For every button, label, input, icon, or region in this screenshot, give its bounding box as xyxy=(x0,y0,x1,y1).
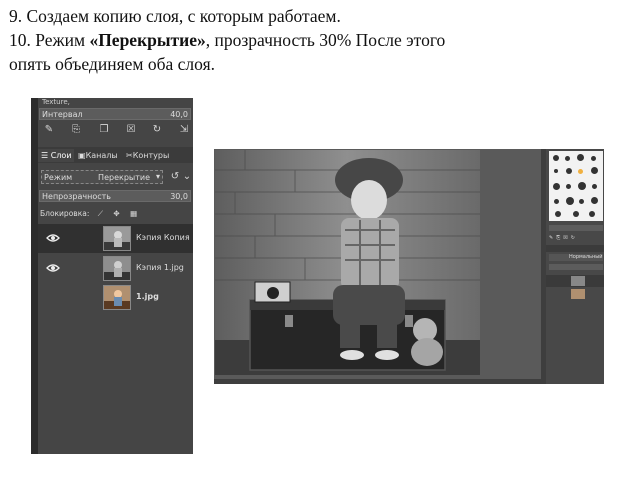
boy-on-suitcase-image xyxy=(215,150,480,375)
panel-edge xyxy=(31,98,38,454)
horizontal-scrollbar[interactable] xyxy=(214,379,547,384)
refresh-icon[interactable]: ↻ xyxy=(151,124,163,136)
dock-opacity-field[interactable] xyxy=(549,264,603,270)
opacity-field[interactable]: Непрозрачность 30,0 xyxy=(39,190,191,202)
export-icon[interactable]: ⇲ xyxy=(178,124,190,136)
paths-tab-icon: ✂ xyxy=(126,151,133,160)
channels-tab-icon: ▣ xyxy=(78,151,86,160)
mode-select[interactable]: Режим Перекрытие ▾ xyxy=(41,170,163,184)
right-dock: ✎⎘☒↻ Нормальный xyxy=(546,149,604,384)
opacity-value: 30,0 xyxy=(170,192,188,201)
refresh-icon[interactable]: ↻ xyxy=(571,235,578,241)
instruction-line-2-prefix: 10. Режим xyxy=(9,30,90,50)
eye-icon[interactable] xyxy=(46,233,60,243)
interval-value: 40,0 xyxy=(170,110,188,119)
dock-layer-thumbnail xyxy=(571,289,585,299)
layer-thumbnail xyxy=(103,226,131,251)
dock-mode-value: Нормальный xyxy=(569,254,603,260)
reset-mode-icon[interactable]: ↺ xyxy=(169,171,181,183)
instruction-text: 9. Создаем копию слоя, с которым работае… xyxy=(9,4,629,76)
brushes-grid[interactable] xyxy=(549,151,603,221)
lock-position-icon[interactable]: ✥ xyxy=(113,209,119,218)
dropdown-arrow-icon: ▾ xyxy=(155,172,160,181)
dock-tabs: ☰ Слои ▣Каналы ✂Контуры xyxy=(38,147,193,163)
layer-row[interactable]: 1.jpg xyxy=(38,283,193,312)
tab-paths-label: Контуры xyxy=(132,151,170,160)
lock-row: Блокировка: ⟋ ✥ ▦ xyxy=(38,208,193,220)
layer-name: Кэпия Копия xyxy=(136,233,190,242)
dock-layer-thumbnail xyxy=(571,276,585,286)
dock-tabs xyxy=(546,245,604,252)
canvas-photo[interactable] xyxy=(215,150,480,375)
layer-thumbnail xyxy=(103,256,131,281)
chevron-down-icon[interactable]: ⌄ xyxy=(181,171,193,183)
mode-name-bold: «Перекрытие» xyxy=(89,30,206,50)
tab-layers[interactable]: ☰ Слои xyxy=(38,149,74,162)
lock-pixels-icon[interactable]: ⟋ xyxy=(98,209,103,218)
interval-field[interactable]: Интервал 40,0 xyxy=(39,108,191,120)
opacity-label: Непрозрачность xyxy=(42,192,111,201)
tab-layers-label: Слои xyxy=(50,151,72,160)
duplicate-icon[interactable]: ❐ xyxy=(98,124,110,136)
tab-channels-label: Каналы xyxy=(85,151,118,160)
tab-channels[interactable]: ▣Каналы xyxy=(78,149,122,162)
instruction-line-2-suffix: , прозрачность 30% После этого xyxy=(205,30,446,50)
dock-layer-row[interactable] xyxy=(546,275,604,287)
layers-panel: Texture, Интервал 40,0 ✎ ⎘ ❐ ☒ ↻ ⇲ ☰ Сло… xyxy=(31,98,193,454)
dock-icon-bar: ✎⎘☒↻ xyxy=(549,235,603,241)
instruction-line-2: 10. Режим «Перекрытие», прозрачность 30%… xyxy=(9,28,629,52)
tab-paths[interactable]: ✂Контуры xyxy=(126,149,178,162)
delete-icon[interactable]: ☒ xyxy=(563,235,570,241)
eye-icon[interactable] xyxy=(46,263,60,273)
layer-row[interactable]: Кэпия Копия xyxy=(38,224,193,253)
dock-layer-row[interactable] xyxy=(546,288,604,300)
new-icon[interactable]: ⎘ xyxy=(70,124,82,136)
instruction-line-3: опять объединяем оба слоя. xyxy=(9,54,216,74)
delete-icon[interactable]: ☒ xyxy=(125,124,137,136)
image-window xyxy=(214,149,547,384)
layers-tab-icon: ☰ xyxy=(41,151,49,160)
mode-value: Перекрытие xyxy=(98,173,150,182)
dock-mode-select[interactable]: Нормальный xyxy=(549,254,603,261)
layer-name: 1.jpg xyxy=(136,292,159,301)
tool-icon-bar: ✎ ⎘ ❐ ☒ ↻ ⇲ xyxy=(38,124,193,138)
texture-label: Texture, xyxy=(42,98,70,106)
layer-thumbnail xyxy=(103,285,131,310)
layer-name: Кэпия 1.jpg xyxy=(136,263,184,272)
instruction-line-1: 9. Создаем копию слоя, с которым работае… xyxy=(9,6,341,26)
lock-label: Блокировка: xyxy=(40,209,90,218)
edit-icon[interactable]: ✎ xyxy=(43,124,55,136)
dock-field[interactable] xyxy=(549,225,603,231)
lock-alpha-icon[interactable]: ▦ xyxy=(130,209,137,218)
interval-label: Интервал xyxy=(42,110,83,119)
layer-row[interactable]: Кэпия 1.jpg xyxy=(38,254,193,283)
mode-label: Режим xyxy=(44,173,73,182)
